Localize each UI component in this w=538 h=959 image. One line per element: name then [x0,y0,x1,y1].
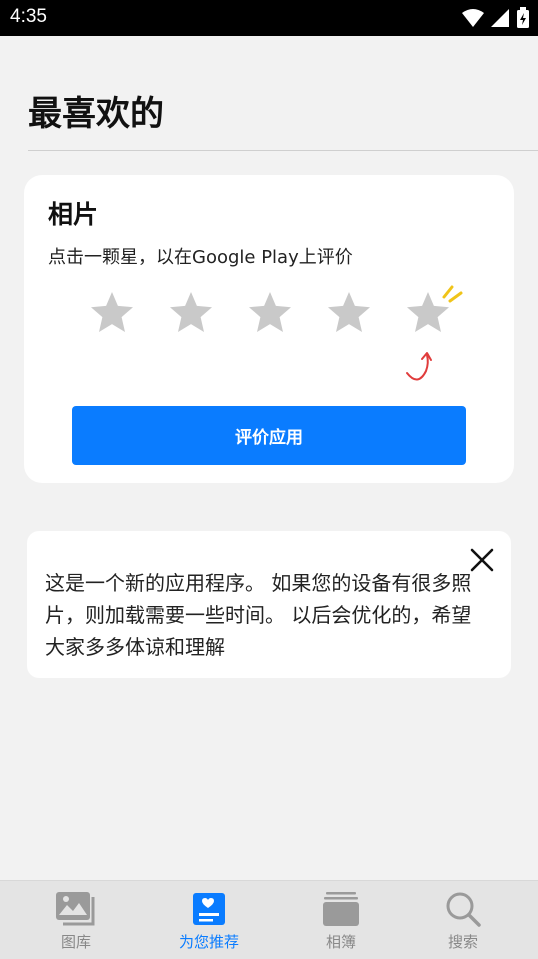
nav-tab-recommend[interactable]: 为您推荐 [154,891,264,957]
rate-app-button[interactable]: 评价应用 [72,406,466,465]
nav-tab-search[interactable]: 搜索 [408,891,518,957]
tap-arrow-icon [406,352,432,381]
nav-label-album: 相簿 [325,933,356,951]
search-icon [446,892,481,927]
nav-label-gallery: 图库 [60,933,91,951]
signal-icon [491,9,509,27]
star-icon-3[interactable] [246,289,294,337]
notice-text: 这是一个新的应用程序。 如果您的设备有很多照片，则加载需要一些时间。 以后会优化… [45,571,472,659]
title-divider [28,150,538,151]
bottom-nav: 图库 为您推荐 相簿 搜索 [0,880,538,959]
star-rating [88,285,468,381]
star-icon-1[interactable] [88,289,136,337]
page-title: 最喜欢的 [28,94,164,134]
nav-tab-album[interactable]: 相簿 [286,891,396,957]
rating-card-title: 相片 [48,200,99,229]
gallery-icon [56,892,95,926]
sparkle-icon [442,285,463,303]
nav-tab-gallery[interactable]: 图库 [21,891,131,957]
notice-card: 这是一个新的应用程序。 如果您的设备有很多照片，则加载需要一些时间。 以后会优化… [27,531,511,678]
star-icon-2[interactable] [167,289,215,337]
status-bar: 4:35 [0,0,538,36]
wifi-icon [462,9,484,27]
recommend-icon [193,893,225,925]
nav-label-recommend: 为您推荐 [178,933,239,951]
album-icon [323,892,359,926]
status-time: 4:35 [10,6,47,27]
rating-card: 相片 点击一颗星，以在Google Play上评价 评价应用 [24,175,514,483]
star-icon-4[interactable] [325,289,373,337]
battery-charging-icon [517,7,529,28]
rating-card-subtitle: 点击一颗星，以在Google Play上评价 [48,247,353,268]
status-icons [462,7,530,29]
nav-label-search: 搜索 [447,933,478,951]
